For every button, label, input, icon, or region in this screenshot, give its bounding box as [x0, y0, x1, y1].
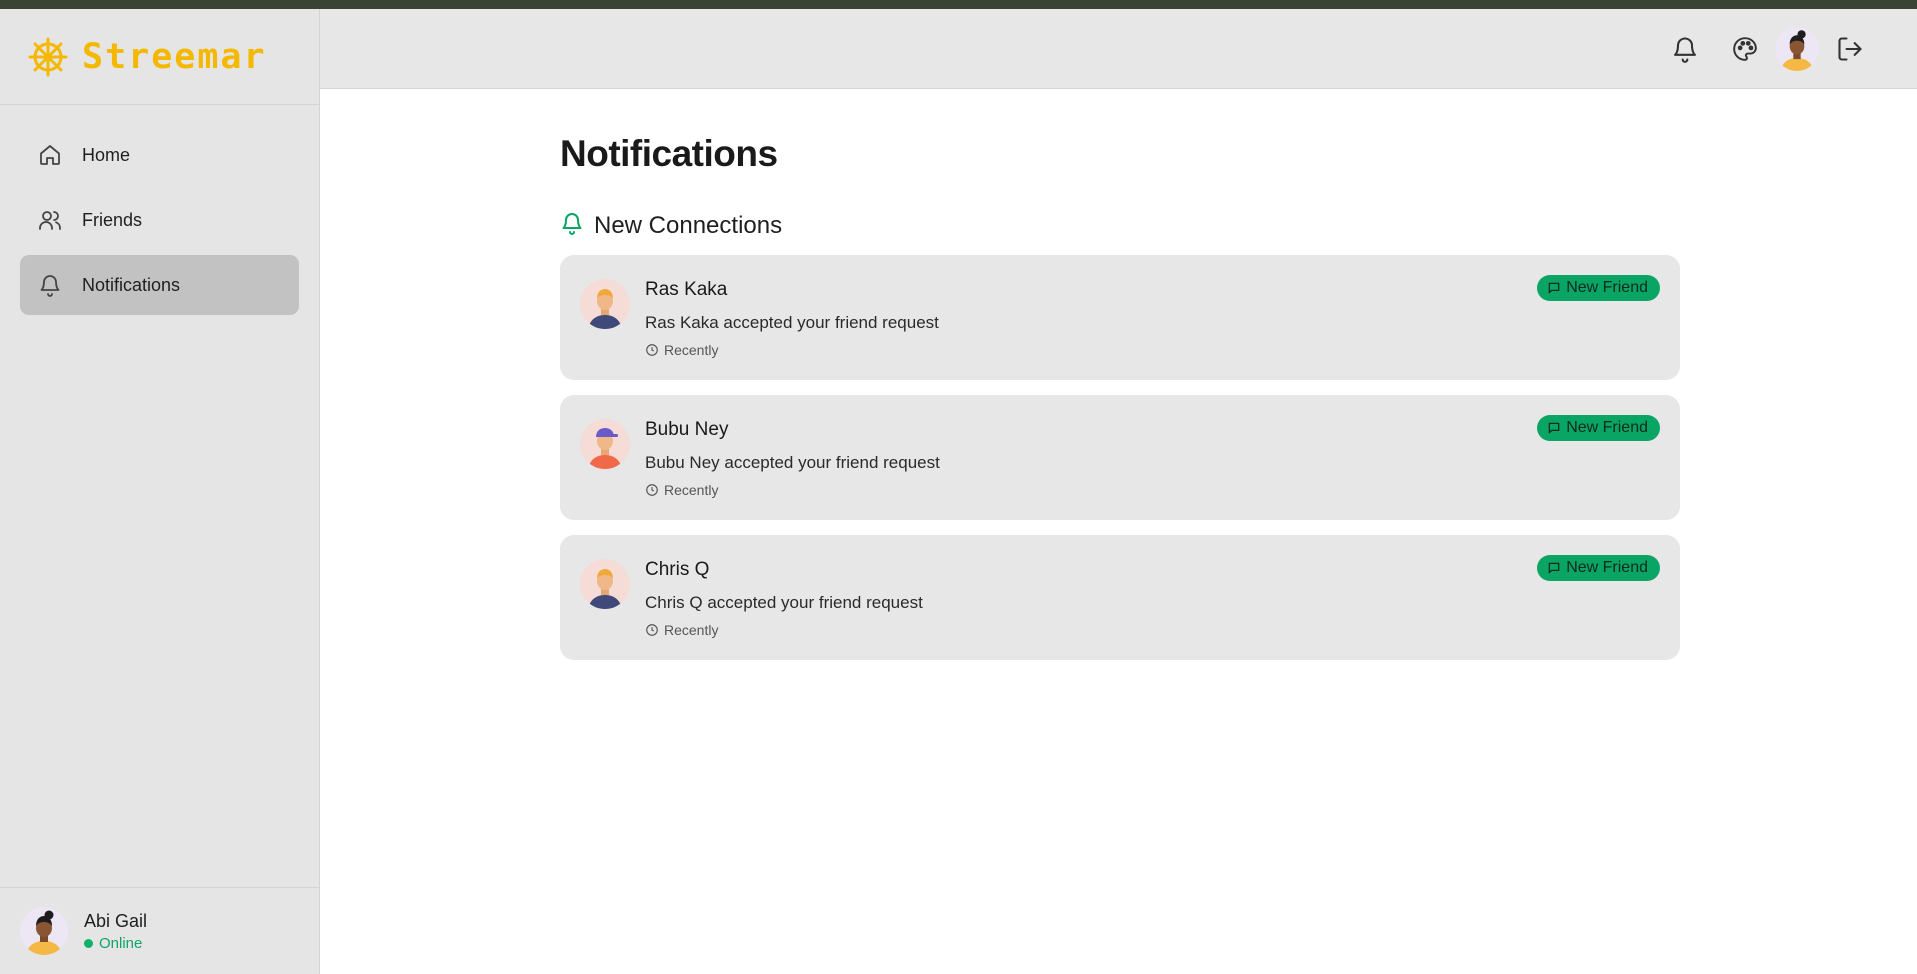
time-label: Recently: [664, 482, 719, 498]
friend-name: Chris Q: [645, 559, 710, 580]
badge-label: New Friend: [1566, 559, 1648, 576]
brand[interactable]: Streemar: [0, 9, 319, 105]
avatar: [580, 279, 630, 329]
notification-list: Ras Kaka Ras Kaka accepted your friend r…: [560, 255, 1680, 660]
clock-icon: [646, 484, 658, 496]
top-strip: [0, 0, 1917, 9]
status-label: Online: [99, 934, 143, 952]
avatar: [20, 907, 68, 955]
avatar: [580, 559, 630, 609]
user-info: Abi Gail Online: [84, 911, 147, 952]
sidebar-item-label: Home: [82, 144, 131, 165]
clock-icon: [646, 624, 658, 636]
user-name: Abi Gail: [84, 910, 148, 931]
section-header: New Connections: [560, 211, 1680, 240]
avatar: [580, 419, 630, 469]
friend-name: Ras Kaka: [645, 279, 728, 300]
main-content: Notifications New Connections Ras Kaka R…: [560, 89, 1680, 675]
message-icon: [1548, 562, 1560, 574]
user-status: Online: [84, 935, 147, 952]
status-badge: New Friend: [1537, 275, 1660, 301]
bell-icon: [36, 271, 64, 299]
logout-icon[interactable]: [1831, 30, 1869, 68]
section-title: New Connections: [594, 211, 783, 239]
notification-message: Chris Q accepted your friend request: [645, 593, 923, 612]
notification-time: Recently: [645, 342, 718, 358]
users-icon: [36, 206, 64, 234]
top-bar: [320, 9, 1917, 89]
sidebar-nav: Home Friends Notifications: [0, 105, 319, 315]
notification-card[interactable]: Bubu Ney Bubu Ney accepted your friend r…: [560, 395, 1680, 520]
notification-card[interactable]: Chris Q Chris Q accepted your friend req…: [560, 535, 1680, 660]
message-icon: [1548, 282, 1560, 294]
friend-name: Bubu Ney: [645, 419, 729, 440]
notification-time: Recently: [645, 622, 718, 638]
app-name: Streemar: [82, 36, 267, 77]
time-label: Recently: [664, 342, 719, 358]
home-icon: [36, 141, 64, 169]
sidebar-item-label: Notifications: [82, 274, 181, 295]
avatar[interactable]: [1775, 27, 1819, 71]
message-icon: [1548, 422, 1560, 434]
status-badge: New Friend: [1537, 555, 1660, 581]
bell-icon: [560, 211, 584, 240]
sidebar: Streemar Home Friends Notifications Abi …: [0, 9, 320, 974]
clock-icon: [646, 344, 658, 356]
bell-icon[interactable]: [1666, 30, 1704, 68]
wheel-logo-icon: [26, 35, 70, 79]
sidebar-item-label: Friends: [82, 209, 143, 230]
notification-time: Recently: [645, 482, 718, 498]
notification-card[interactable]: Ras Kaka Ras Kaka accepted your friend r…: [560, 255, 1680, 380]
current-user[interactable]: Abi Gail Online: [0, 887, 319, 974]
palette-icon[interactable]: [1726, 30, 1764, 68]
sidebar-item-notifications[interactable]: Notifications: [20, 255, 299, 315]
online-dot-icon: [84, 938, 93, 948]
sidebar-item-home[interactable]: Home: [20, 125, 299, 185]
page-title: Notifications: [560, 133, 778, 174]
status-badge: New Friend: [1537, 415, 1660, 441]
time-label: Recently: [664, 622, 719, 638]
badge-label: New Friend: [1566, 419, 1648, 436]
badge-label: New Friend: [1566, 279, 1648, 296]
notification-message: Bubu Ney accepted your friend request: [645, 453, 940, 472]
sidebar-item-friends[interactable]: Friends: [20, 190, 299, 250]
notification-message: Ras Kaka accepted your friend request: [645, 313, 939, 332]
